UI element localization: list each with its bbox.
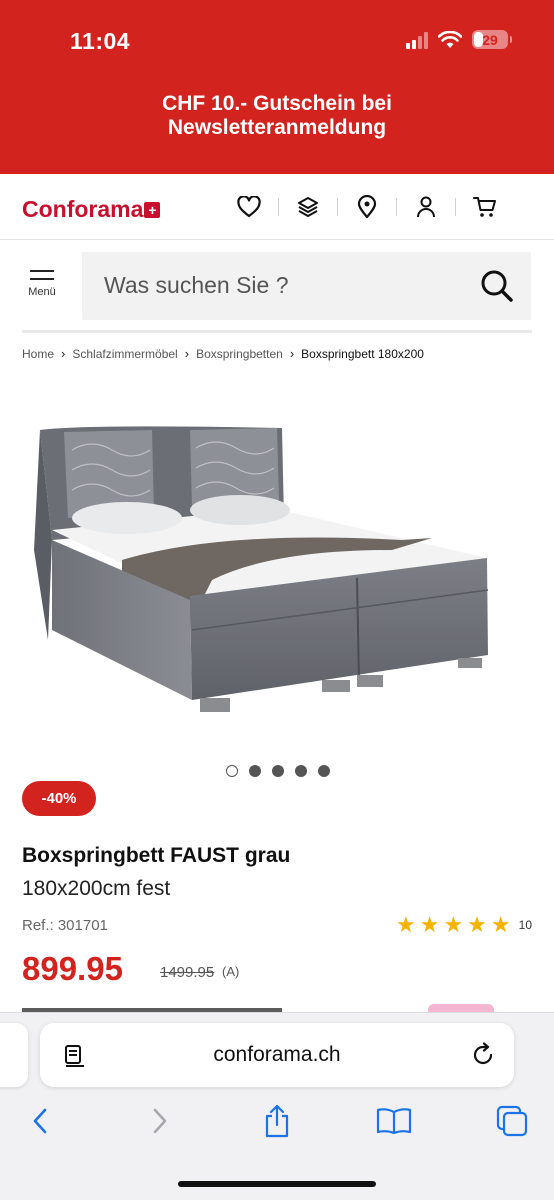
hamburger-icon [22,270,62,280]
chevron-right-icon: › [184,346,190,361]
home-indicator [178,1181,376,1187]
breadcrumb: Home › Schlafzimmermöbel › Boxspringbett… [22,346,424,361]
product-ref: Ref.: 301701 [22,917,108,934]
account-button[interactable] [403,193,449,221]
swiss-cross-icon: + [144,201,161,218]
browser-bottom-bar: conforama.ch [0,1012,554,1200]
promo-banner[interactable]: 11:04 29 CHF 10.- Gutschein bei Newslett… [0,0,554,174]
product-subtitle: 180x200cm fest [22,877,171,900]
banner-line-2: Newsletteranmeldung [167,116,387,139]
header-divider [455,198,456,216]
gallery-pagination [226,765,330,777]
gallery-dot[interactable] [272,765,284,777]
banner-line-1: CHF 10.- Gutschein bei [162,92,392,115]
breadcrumb-home[interactable]: Home [22,347,54,361]
menu-button[interactable]: Menü [22,270,62,310]
user-icon [417,196,435,218]
product-title: Boxspringbett FAUST grau [22,844,291,867]
price: 899.95 [22,950,123,987]
chevron-right-icon: › [289,346,295,361]
wishlist-button[interactable] [226,193,272,221]
tabs-button[interactable] [492,1101,532,1141]
header-divider [278,198,279,216]
star-icon: ★ [395,912,416,937]
tabs-icon [496,1105,528,1137]
site-header: Conforama + [0,174,554,240]
address-bar[interactable]: conforama.ch [40,1023,514,1087]
battery-level: 29 [482,31,498,48]
share-icon [265,1104,289,1138]
compare-button[interactable] [285,193,331,221]
header-divider [337,198,338,216]
gallery-dot[interactable] [318,765,330,777]
back-button[interactable] [20,1101,60,1141]
conforama-logo[interactable]: Conforama + [22,196,161,223]
breadcrumb-current: Boxspringbett 180x200 [301,346,424,361]
star-icon: ★ [443,912,464,937]
banner-text[interactable]: CHF 10.- Gutschein bei Newsletteranmeldu… [0,92,554,140]
star-icon: ★ [490,912,511,937]
battery-icon: 29 [472,30,512,49]
status-time: 11:04 [70,28,131,54]
cellular-signal-icon [406,31,428,49]
gallery-dot[interactable] [295,765,307,777]
previous-tab-preview[interactable] [0,1023,28,1087]
share-button[interactable] [257,1101,297,1141]
header-divider [396,198,397,216]
chevron-right-icon: › [61,346,66,361]
heart-icon [237,196,261,218]
gallery-dot[interactable] [249,765,261,777]
cart-icon [473,197,496,217]
rating[interactable]: ★ ★ ★ ★ ★ 10 [396,914,532,936]
product-image[interactable] [22,390,532,730]
discount-badge: -40% [22,781,96,816]
layers-icon [298,197,318,217]
search-icon[interactable] [479,268,515,304]
forward-button[interactable] [140,1101,180,1141]
reload-icon[interactable] [470,1042,496,1068]
location-pin-icon [357,195,377,219]
old-price-energy-label: (A) [222,964,240,979]
bookmarks-button[interactable] [374,1101,414,1141]
search-input[interactable] [104,272,464,299]
star-icon: ★ [467,912,487,937]
wifi-icon [438,30,462,48]
star-icon: ★ [419,912,440,937]
back-icon [33,1108,47,1134]
breadcrumb-schlafzimmermoebel[interactable]: Schlafzimmermöbel [72,347,177,361]
header-divider-bar [22,330,532,333]
store-locator-button[interactable] [344,193,390,221]
old-price: 1499.95 [160,964,215,981]
breadcrumb-boxspringbetten[interactable]: Boxspringbetten [196,347,283,361]
product-page: 11:04 29 CHF 10.- Gutschein bei Newslett… [0,0,554,1200]
header-icons [226,193,508,221]
status-icons: 29 [406,30,512,49]
forward-icon [153,1108,167,1134]
rating-count: 10 [518,918,532,932]
menu-label: Menü [28,286,56,298]
browser-toolbar [0,1101,554,1141]
url-text: conforama.ch [213,1043,341,1066]
cart-button[interactable] [462,193,508,221]
search-bar [82,252,531,320]
logo-wordmark: Conforama [22,196,144,222]
bookmarks-icon [376,1108,412,1135]
gallery-dot[interactable] [226,765,238,777]
